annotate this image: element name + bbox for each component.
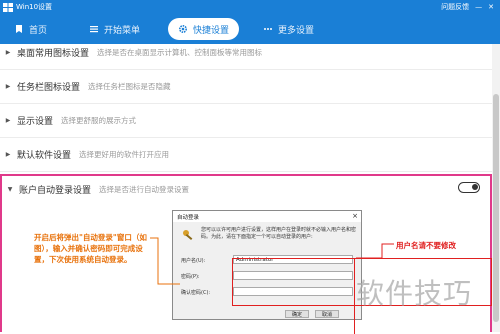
list-item-auto-login[interactable]: ▼ 账户自动登录设置 选择是否进行自动登录设置: [2, 176, 490, 202]
red-pointer-line: [356, 243, 394, 259]
cancel-button[interactable]: 取消: [315, 310, 339, 318]
list-item-default-apps[interactable]: ▶ 默认软件设置 选择更好用的软件打开应用: [0, 138, 492, 172]
expand-arrow-icon: ▶: [5, 83, 11, 90]
window-title: Win10设置: [16, 3, 53, 11]
list-item-label: 账户自动登录设置: [19, 185, 92, 196]
list-item-label: 任务栏图标设置: [17, 83, 81, 93]
close-button[interactable]: ✕: [488, 3, 494, 11]
list-item-desc: 选择更舒服的展示方式: [61, 116, 137, 125]
list-item-desc: 选择更好用的软件打开应用: [79, 150, 170, 159]
expand-arrow-icon: ▶: [5, 151, 11, 158]
feedback-link[interactable]: 问题反馈: [441, 2, 469, 12]
list-item-label: 桌面常用图标设置: [17, 49, 90, 59]
windows-logo-icon: [3, 2, 13, 12]
more-icon: [264, 28, 273, 30]
list-item-label: 默认软件设置: [17, 151, 72, 161]
menu-icon: [90, 26, 99, 33]
list-item-desc: 选择是否在桌面显示计算机、控制面板等常用图标: [97, 48, 263, 57]
annotation-note-left: 开启后将弹出"自动登录"窗口（如图），输入并确认密码即可完成设置，下次使用系统自…: [34, 233, 147, 264]
nav-quick-settings-label: 快捷设置: [193, 25, 230, 36]
list-item-taskbar-icons[interactable]: ▶ 任务栏图标设置 选择任务栏图标是否隐藏: [0, 70, 492, 104]
nav-home-label: 首页: [29, 25, 48, 36]
nav-more-settings-label: 更多设置: [278, 25, 315, 36]
bookmark-icon: [16, 25, 22, 33]
list-item-display[interactable]: ▶ 显示设置 选择更舒服的展示方式: [0, 104, 492, 138]
dialog-close-icon[interactable]: ×: [352, 212, 358, 220]
list-item-desc: 选择是否进行自动登录设置: [99, 184, 190, 194]
scrollbar-thumb[interactable]: [493, 94, 499, 322]
toggle-knob: [471, 184, 478, 190]
orange-pointer-line: [150, 237, 180, 285]
list-item-desktop-icons[interactable]: ▶ 桌面常用图标设置 选择是否在桌面显示计算机、控制面板等常用图标: [0, 36, 492, 70]
ok-button[interactable]: 确定: [285, 310, 309, 318]
minimize-button[interactable]: —: [475, 3, 482, 11]
auto-login-toggle[interactable]: [458, 182, 480, 193]
nav-start-menu-label: 开始菜单: [104, 25, 141, 36]
list-item-label: 显示设置: [17, 117, 54, 127]
scrollbar[interactable]: [492, 44, 500, 332]
title-bar: Win10设置 问题反馈 — ✕: [0, 0, 500, 14]
dialog-title: 自动登录: [173, 211, 361, 222]
collapse-arrow-icon: ▼: [7, 185, 13, 193]
gear-icon: [179, 24, 188, 34]
annotation-note-right: 用户名请不要修改: [396, 241, 456, 250]
list-item-desc: 选择任务栏图标是否隐藏: [88, 82, 171, 91]
expand-arrow-icon: ▶: [5, 49, 11, 56]
watermark-text: 软件技巧: [356, 277, 473, 310]
expand-arrow-icon: ▶: [5, 117, 11, 124]
